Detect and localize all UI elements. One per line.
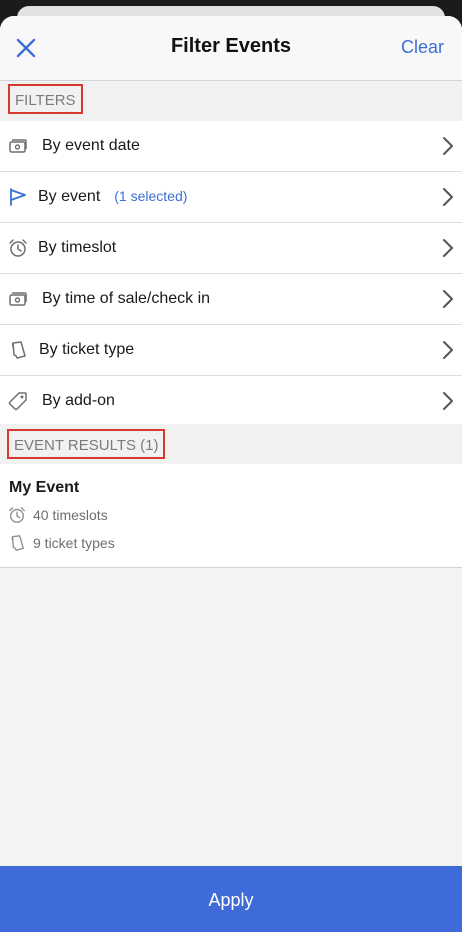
page-title: Filter Events <box>170 35 292 57</box>
chevron-right-icon <box>443 290 453 308</box>
results-section-label: EVENT RESULTS (1) <box>7 429 166 459</box>
chevron-right-icon <box>443 239 453 257</box>
filter-row-ticket-type[interactable]: By ticket type <box>0 325 462 376</box>
alarm-clock-icon <box>9 239 27 257</box>
chevron-right-icon <box>443 392 453 410</box>
filter-label-event-text: By event <box>38 188 101 205</box>
ticket-type-count-row: 9 ticket types <box>8 533 115 553</box>
event-result-card[interactable]: My Event 40 timeslots 9 ticket types <box>0 464 462 568</box>
timeslot-count: 40 timeslots <box>33 507 108 523</box>
apply-button-label: Apply <box>208 890 254 910</box>
filter-list: By event date By event (1 selected) By t… <box>0 121 462 427</box>
filter-label-event-date: By event date <box>42 137 140 154</box>
event-name: My Event <box>9 479 80 496</box>
timeslot-count-row: 40 timeslots <box>8 505 108 525</box>
apply-button[interactable]: Apply <box>0 866 462 932</box>
filter-row-timeslot[interactable]: By timeslot <box>0 223 462 274</box>
tag-icon <box>8 392 27 411</box>
filter-label-timeslot: By timeslot <box>38 239 117 256</box>
ticket-type-count: 9 ticket types <box>33 535 115 551</box>
navigation-bar: Filter Events Clear <box>0 16 462 81</box>
filter-label-add-on: By add-on <box>42 392 115 409</box>
clear-button[interactable]: Clear <box>401 37 444 58</box>
ticket-money-icon <box>9 292 27 306</box>
filters-section-label: FILTERS <box>8 84 83 114</box>
filter-label-ticket-type: By ticket type <box>39 341 135 358</box>
chevron-right-icon <box>443 341 453 359</box>
filter-label-sale-checkin: By time of sale/check in <box>42 290 211 307</box>
filters-section-header: FILTERS <box>0 81 462 122</box>
filter-row-event[interactable]: By event (1 selected) <box>0 172 462 223</box>
filter-sheet: Filter Events Clear FILTERS By event dat… <box>0 16 462 932</box>
ticket-icon <box>11 535 24 551</box>
results-section-header: EVENT RESULTS (1) <box>0 424 462 465</box>
chevron-right-icon <box>443 188 453 206</box>
alarm-clock-icon <box>9 507 25 523</box>
filter-row-sale-checkin[interactable]: By time of sale/check in <box>0 274 462 325</box>
chevron-right-icon <box>443 137 453 155</box>
filter-row-add-on[interactable]: By add-on <box>0 376 462 427</box>
filter-label-event: By event (1 selected) <box>38 188 187 206</box>
ticket-money-icon <box>9 139 27 153</box>
ticket-icon <box>11 341 26 359</box>
flag-icon <box>10 188 26 206</box>
selected-count-badge: (1 selected) <box>114 188 188 204</box>
filter-row-event-date[interactable]: By event date <box>0 121 462 172</box>
app-screen: Filter Events Clear FILTERS By event dat… <box>0 0 462 932</box>
